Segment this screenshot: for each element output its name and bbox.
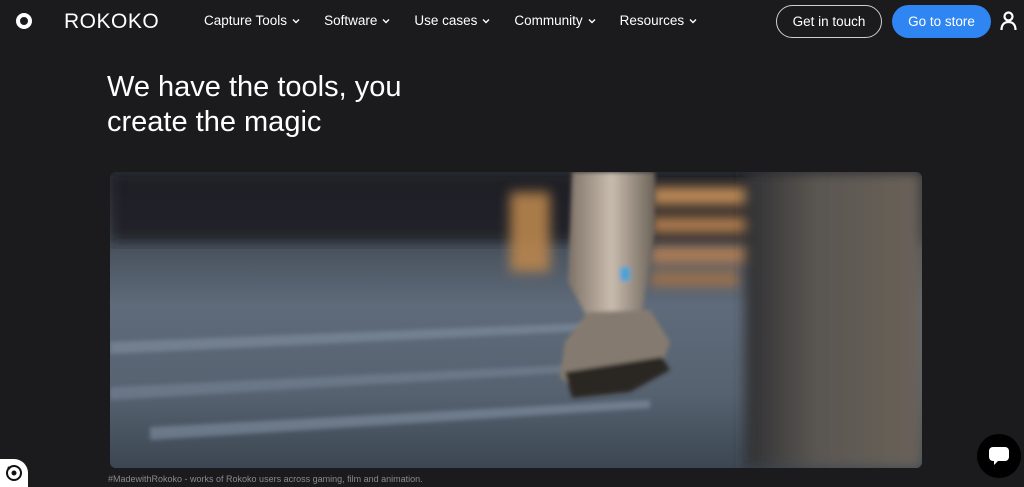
video-frame-illustration: [110, 172, 922, 468]
chevron-down-icon: [588, 17, 596, 25]
hero-title-line-1: We have the tools, you: [107, 71, 402, 103]
top-navigation: ROKOKO Capture Tools Software Use cases: [0, 0, 1024, 42]
chat-icon[interactable]: [977, 434, 1021, 478]
nav-item-label: Capture Tools: [204, 13, 288, 28]
nav-item-resources[interactable]: Resources: [620, 13, 698, 28]
main-menu: Capture Tools Software Use cases Communi…: [204, 13, 721, 28]
nav-item-use-cases[interactable]: Use cases: [414, 13, 490, 28]
go-to-store-button[interactable]: Go to store: [892, 5, 991, 38]
nav-item-community[interactable]: Community: [514, 13, 596, 28]
chevron-down-icon: [292, 17, 300, 25]
video-caption: #MadewithRokoko - works of Rokoko users …: [108, 474, 423, 484]
nav-item-label: Use cases: [414, 13, 478, 28]
nav-item-software[interactable]: Software: [324, 13, 390, 28]
nav-item-label: Community: [514, 13, 583, 28]
brand-logo-text[interactable]: ROKOKO: [64, 10, 159, 34]
user-icon[interactable]: [1000, 11, 1017, 31]
chevron-down-icon: [382, 17, 390, 25]
hero-title: We have the tools, you create the magic: [107, 70, 527, 140]
ring-logo-icon[interactable]: [16, 13, 32, 29]
nav-item-capture-tools[interactable]: Capture Tools: [204, 13, 300, 28]
get-in-touch-button[interactable]: Get in touch: [776, 5, 882, 38]
hero-title-line-2: create the magic: [107, 106, 322, 138]
chevron-down-icon: [482, 17, 490, 25]
chevron-down-icon: [689, 17, 697, 25]
cookie-settings-icon[interactable]: [0, 459, 28, 487]
page: ROKOKO Capture Tools Software Use cases: [0, 0, 1024, 487]
showcase-video[interactable]: [110, 172, 922, 468]
nav-item-label: Resources: [619, 13, 685, 28]
nav-item-label: Software: [324, 13, 378, 28]
